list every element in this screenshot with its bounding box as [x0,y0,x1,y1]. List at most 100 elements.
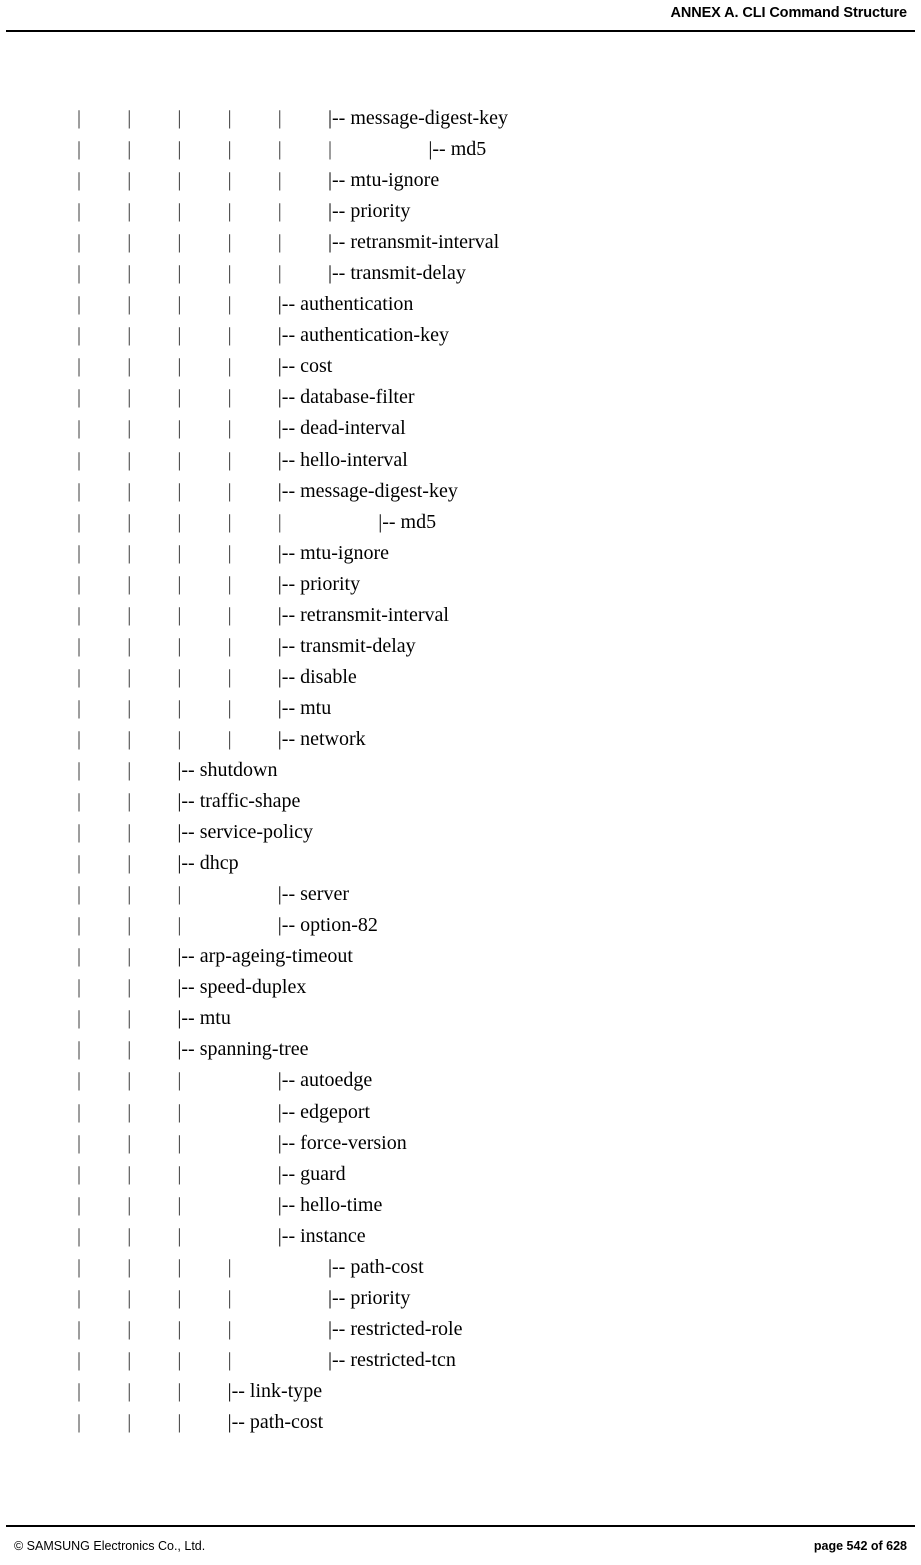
tree-rail-pipe: | [77,634,82,657]
tree-node: |-- guard [277,1162,346,1185]
tree-line: | | | | |-- path-cost [0,1252,921,1283]
tree-rail-pipe: | [227,1348,232,1371]
tree-rail-pipe: | [177,1317,182,1340]
tree-line: | | | | |-- hello-interval [0,445,921,476]
tree-rail-pipe: | [177,510,182,533]
tree-rail-pipe: | [77,572,82,595]
tree-node: |-- priority [328,200,411,223]
tree-node: |-- shutdown [177,758,278,781]
tree-rail-pipe: | [127,386,132,409]
tree-node: |-- cost [277,355,333,378]
page-footer: © SAMSUNG Electronics Co., Ltd. page 542… [0,1530,921,1562]
tree-line: | | | | |-- message-digest-key [0,476,921,507]
tree-rail-pipe: | [127,852,132,875]
tree-node: |-- force-version [277,1131,407,1154]
tree-rail-pipe: | [127,976,132,999]
footer-divider [6,1525,915,1527]
tree-rail-pipe: | [127,1193,132,1216]
tree-line: | | |-- service-policy [0,817,921,848]
tree-rail-pipe: | [127,138,132,161]
tree-rail-pipe: | [127,355,132,378]
tree-rail-pipe: | [177,696,182,719]
tree-line: | | | | |-- disable [0,662,921,693]
tree-node: |-- instance [277,1224,366,1247]
tree-line: | | | |-- option-82 [0,910,921,941]
tree-rail-pipe: | [177,883,182,906]
tree-rail-pipe: | [227,634,232,657]
copyright-notice: © SAMSUNG Electronics Co., Ltd. [14,1539,206,1553]
tree-rail-pipe: | [227,541,232,564]
tree-rail-pipe: | [177,727,182,750]
page-header: ANNEX A. CLI Command Structure [0,0,921,38]
tree-rail-pipe: | [277,200,282,223]
tree-rail-pipe: | [227,1286,232,1309]
tree-node: |-- restricted-role [328,1317,463,1340]
tree-line: | | | | |-- priority [0,569,921,600]
tree-rail-pipe: | [227,417,232,440]
tree-line: | | |-- arp-ageing-timeout [0,941,921,972]
tree-rail-pipe: | [177,1379,182,1402]
tree-rail-pipe: | [177,541,182,564]
tree-rail-pipe: | [177,231,182,254]
tree-rail-pipe: | [77,883,82,906]
tree-rail-pipe: | [177,1100,182,1123]
tree-rail-pipe: | [127,1007,132,1030]
tree-line: | | |-- speed-duplex [0,972,921,1003]
tree-rail-pipe: | [77,262,82,285]
tree-rail-pipe: | [77,417,82,440]
tree-rail-pipe: | [227,386,232,409]
tree-rail-pipe: | [127,1162,132,1185]
tree-rail-pipe: | [227,169,232,192]
tree-line: | | | | |-- restricted-role [0,1314,921,1345]
tree-rail-pipe: | [127,169,132,192]
tree-node: |-- server [277,883,349,906]
tree-node: |-- dead-interval [277,417,406,440]
tree-line: | | | | |-- cost [0,351,921,382]
header-divider [6,30,915,32]
tree-node: |-- hello-interval [277,448,408,471]
tree-rail-pipe: | [227,1317,232,1340]
tree-node: |-- restricted-tcn [328,1348,456,1371]
tree-node: |-- service-policy [177,821,313,844]
tree-rail-pipe: | [127,758,132,781]
tree-node: |-- edgeport [277,1100,371,1123]
tree-line: | | | | | |-- retransmit-interval [0,227,921,258]
tree-rail-pipe: | [77,1038,82,1061]
tree-rail-pipe: | [77,852,82,875]
tree-rail-pipe: | [77,1131,82,1154]
tree-rail-pipe: | [77,1162,82,1185]
tree-rail-pipe: | [77,169,82,192]
tree-rail-pipe: | [227,324,232,347]
tree-rail-pipe: | [227,107,232,129]
tree-line: | | | |-- hello-time [0,1190,921,1221]
tree-rail-pipe: | [177,355,182,378]
tree-rail-pipe: | [127,262,132,285]
tree-rail-pipe: | [177,293,182,316]
tree-rail-pipe: | [127,510,132,533]
tree-rail-pipe: | [127,883,132,906]
tree-rail-pipe: | [277,231,282,254]
tree-line: | | | | | |-- priority [0,196,921,227]
tree-rail-pipe: | [127,541,132,564]
page-number: page 542 of 628 [813,1539,907,1553]
tree-line: | | | |-- link-type [0,1376,921,1407]
tree-node: |-- link-type [227,1379,323,1402]
tree-rail-pipe: | [127,634,132,657]
tree-rail-pipe: | [127,572,132,595]
tree-line: | | | | |-- mtu-ignore [0,538,921,569]
tree-rail-pipe: | [227,138,232,161]
tree-node: |-- path-cost [227,1410,324,1433]
tree-rail-pipe: | [127,200,132,223]
tree-line: | | | |-- instance [0,1221,921,1252]
tree-rail-pipe: | [177,200,182,223]
tree-rail-pipe: | [177,169,182,192]
tree-line: | | | |-- autoedge [0,1065,921,1096]
tree-rail-pipe: | [77,976,82,999]
tree-line: | | | | |-- dead-interval [0,413,921,444]
tree-node: |-- mtu [277,696,332,719]
tree-rail-pipe: | [127,1379,132,1402]
tree-rail-pipe: | [127,1286,132,1309]
tree-rail-pipe: | [227,231,232,254]
header-title: ANNEX A. CLI Command Structure [670,5,907,21]
tree-rail-pipe: | [127,790,132,813]
